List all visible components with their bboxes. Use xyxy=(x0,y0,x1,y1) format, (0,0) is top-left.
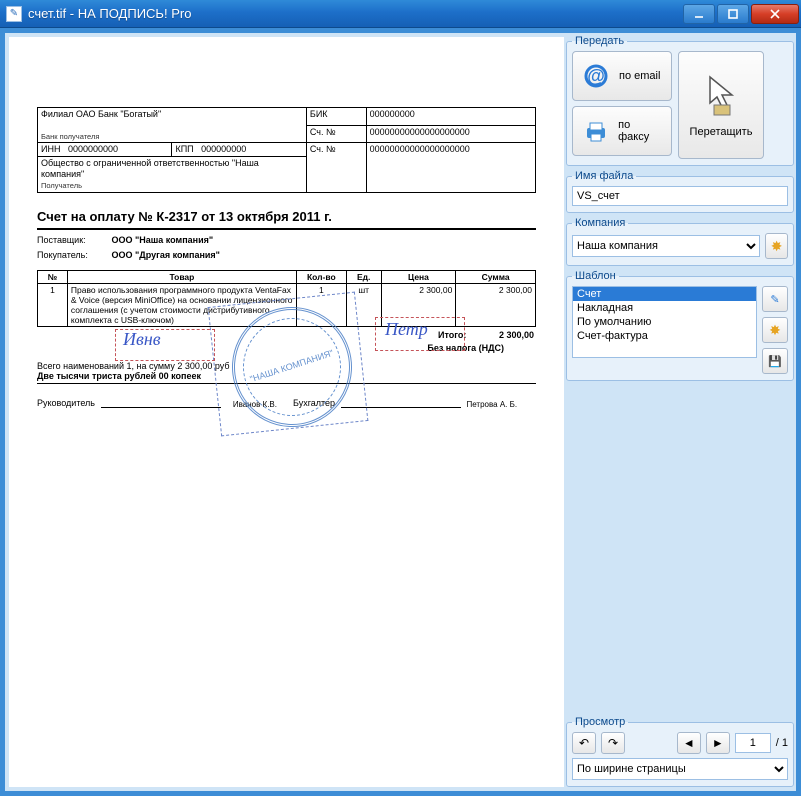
bank-branch: Филиал ОАО Банк "Богатый" xyxy=(41,109,161,119)
payer-desc: Общество с ограниченной ответственностью… xyxy=(41,158,259,179)
item-n: 1 xyxy=(38,283,68,326)
recipient-label: Получатель xyxy=(41,181,82,190)
drag-btn-label: Перетащить xyxy=(690,126,753,138)
svg-text:@: @ xyxy=(587,66,605,86)
list-item[interactable]: Счет-фактура xyxy=(573,329,756,343)
chevron-right-icon: ► xyxy=(712,736,724,750)
drag-button[interactable]: Перетащить xyxy=(678,51,764,159)
at-icon: @ xyxy=(581,61,611,91)
col-sum: Сумма xyxy=(456,270,536,283)
document-preview[interactable]: Филиал ОАО Банк "Богатый" Банк получател… xyxy=(9,37,564,787)
send-group: Передать @ по email по факсу xyxy=(566,35,794,166)
supplier-label: Поставщик: xyxy=(37,235,109,245)
acc2-value: 00000000000000000000 xyxy=(370,144,470,154)
gear-icon: ✸ xyxy=(771,238,783,255)
buyer-value: ООО "Другая компания" xyxy=(112,250,220,260)
leader-role: Руководитель xyxy=(37,398,95,408)
col-name: Товар xyxy=(67,270,296,283)
close-button[interactable] xyxy=(751,4,799,24)
save-icon: 💾 xyxy=(768,355,782,368)
zoom-select[interactable]: По ширине страницы xyxy=(572,758,788,780)
template-list[interactable]: Счет Накладная По умолчанию Счет-фактура xyxy=(572,286,757,358)
rotate-left-button[interactable]: ↶ xyxy=(572,732,596,754)
inn-label: ИНН xyxy=(41,144,60,154)
view-group: Просмотр ↶ ↷ ◄ ► / 1 По ширине страницы xyxy=(566,716,794,787)
template-settings-button[interactable]: ✸ xyxy=(762,317,788,343)
company-select[interactable]: Наша компания xyxy=(572,235,760,257)
signature-1: Ивнв xyxy=(123,329,161,350)
kpp-label: КПП xyxy=(175,144,193,154)
item-sum: 2 300,00 xyxy=(456,283,536,326)
accountant-name: Петрова А. Б. xyxy=(466,400,517,409)
send-email-button[interactable]: @ по email xyxy=(572,51,672,101)
app-icon: ✎ xyxy=(6,6,22,22)
minimize-button[interactable] xyxy=(683,4,715,24)
save-template-button[interactable]: 💾 xyxy=(762,348,788,374)
rotate-ccw-icon: ↶ xyxy=(579,736,589,750)
invoice-document: Филиал ОАО Банк "Богатый" Банк получател… xyxy=(37,107,536,408)
supplier-value: ООО "Наша компания" xyxy=(112,235,214,245)
corr-acc-value: 00000000000000000000 xyxy=(370,127,470,137)
titlebar: ✎ счет.tif - НА ПОДПИСЬ! Pro xyxy=(0,0,801,28)
chevron-left-icon: ◄ xyxy=(683,736,695,750)
acc-label-1: Сч. № xyxy=(310,127,336,137)
rotate-right-button[interactable]: ↷ xyxy=(601,732,625,754)
list-item[interactable]: Счет xyxy=(573,287,756,301)
filename-input[interactable] xyxy=(572,186,788,206)
acc-label-2: Сч. № xyxy=(310,144,336,154)
printer-icon xyxy=(581,116,610,146)
invoice-title: Счет на оплату № К-2317 от 13 октября 20… xyxy=(37,209,536,230)
window-title: счет.tif - НА ПОДПИСЬ! Pro xyxy=(28,6,683,21)
inn-value: 0000000000 xyxy=(68,144,118,154)
col-unit: Ед. xyxy=(346,270,381,283)
edit-template-button[interactable]: ✎ xyxy=(762,286,788,312)
stamp-text: "НАША КОМПАНИЯ" xyxy=(249,348,336,386)
bik-label: БИК xyxy=(310,109,328,119)
page-total: / 1 xyxy=(776,737,788,749)
kpp-value: 000000000 xyxy=(201,144,246,154)
email-btn-label: по email xyxy=(619,70,660,82)
bank-details-table: Филиал ОАО Банк "Богатый" Банк получател… xyxy=(37,107,536,193)
col-price: Цена xyxy=(381,270,456,283)
signature-2: Петр xyxy=(385,319,428,340)
prev-page-button[interactable]: ◄ xyxy=(677,732,701,754)
pencil-icon: ✎ xyxy=(770,293,779,306)
next-page-button[interactable]: ► xyxy=(706,732,730,754)
col-num: № xyxy=(38,270,68,283)
rotate-cw-icon: ↷ xyxy=(608,736,618,750)
list-item[interactable]: По умолчанию xyxy=(573,315,756,329)
company-legend: Компания xyxy=(572,217,628,229)
filename-group: Имя файла xyxy=(566,170,794,213)
send-fax-button[interactable]: по факсу xyxy=(572,106,672,156)
company-group: Компания Наша компания ✸ xyxy=(566,217,794,266)
col-qty: Кол-во xyxy=(296,270,346,283)
cursor-icon xyxy=(704,73,738,120)
buyer-label: Покупатель: xyxy=(37,250,109,260)
client-area: Филиал ОАО Банк "Богатый" Банк получател… xyxy=(0,28,801,796)
gear-icon: ✸ xyxy=(769,322,781,339)
company-settings-button[interactable]: ✸ xyxy=(765,233,788,259)
maximize-button[interactable] xyxy=(717,4,749,24)
template-group: Шаблон Счет Накладная По умолчанию Счет-… xyxy=(566,270,794,381)
page-input[interactable] xyxy=(735,733,771,753)
side-panel: Передать @ по email по факсу xyxy=(566,35,794,789)
filename-legend: Имя файла xyxy=(572,170,636,182)
fax-btn-label: по факсу xyxy=(618,119,663,143)
bik-value: 000000000 xyxy=(370,109,415,119)
side-spacer xyxy=(566,385,794,714)
total-value: 2 300,00 xyxy=(499,330,534,340)
list-item[interactable]: Накладная xyxy=(573,301,756,315)
template-legend: Шаблон xyxy=(572,270,619,282)
send-legend: Передать xyxy=(572,35,627,47)
view-legend: Просмотр xyxy=(572,716,628,728)
bank-recipient-label: Банк получателя xyxy=(41,132,99,141)
